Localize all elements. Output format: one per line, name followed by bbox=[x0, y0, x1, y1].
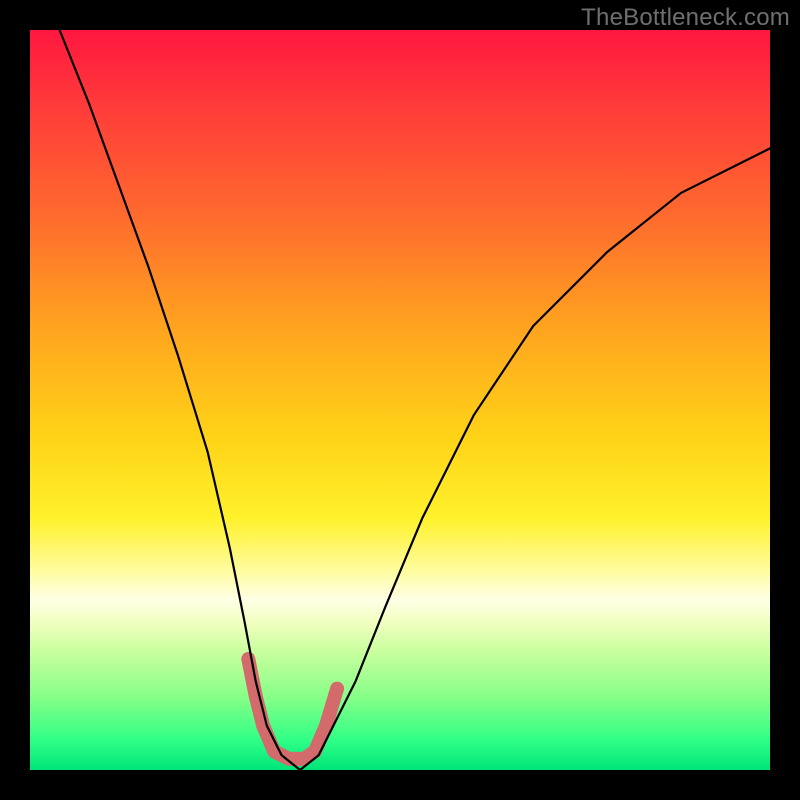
chart-svg bbox=[30, 30, 770, 770]
watermark-text: TheBottleneck.com bbox=[581, 4, 790, 32]
chart-plot-area bbox=[30, 30, 770, 770]
curve-series bbox=[30, 0, 770, 770]
chart-frame: TheBottleneck.com bbox=[0, 0, 800, 800]
